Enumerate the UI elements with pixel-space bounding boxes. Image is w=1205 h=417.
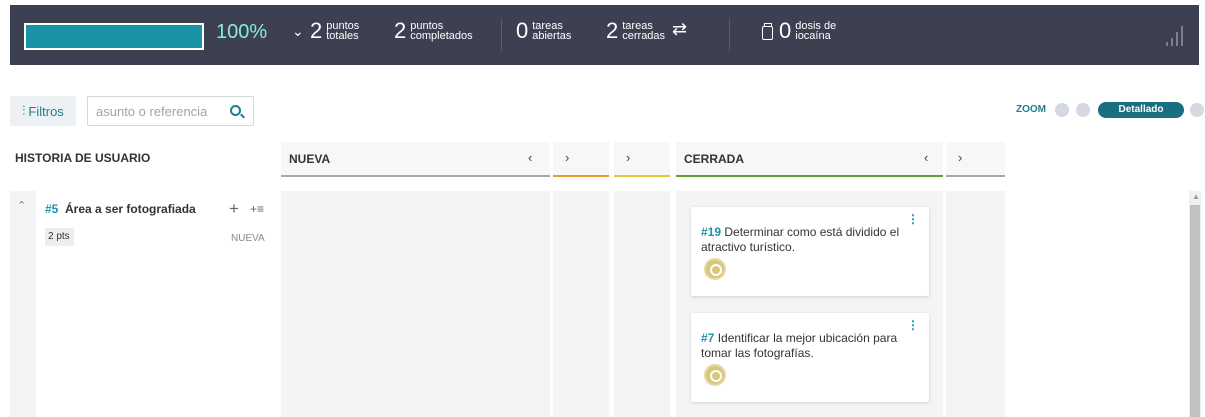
more-options-icon[interactable]: ⋮	[907, 318, 919, 332]
iocaine-stat: 0 dosis de iocaína	[779, 18, 837, 43]
scroll-up-icon[interactable]: ▲	[1192, 192, 1200, 201]
expand-right-icon[interactable]: ›	[565, 150, 569, 165]
avatar[interactable]	[704, 364, 726, 386]
column-new	[281, 191, 550, 417]
collapse-left-icon[interactable]: ‹	[528, 150, 532, 165]
task-title[interactable]: Determinar como está dividido el atracti…	[701, 225, 899, 254]
iocaine-jar-icon	[762, 23, 773, 40]
progress-percent: 100%	[216, 21, 268, 43]
zoom-level-4[interactable]	[1190, 103, 1204, 117]
scrollbar-thumb[interactable]	[1190, 205, 1200, 417]
total-points-stat: 2 puntos totales	[310, 18, 360, 43]
zoom-level-2[interactable]	[1076, 103, 1090, 117]
user-story-card[interactable]	[36, 191, 280, 417]
column-title: NUEVA	[289, 152, 331, 166]
closed-tasks-stat: 2 tareas cerradas	[606, 18, 666, 43]
search-input[interactable]	[96, 102, 226, 120]
task-ref[interactable]: #19	[701, 225, 721, 239]
open-tasks-stat: 0 tareas abiertas	[516, 18, 572, 43]
task-ref[interactable]: #7	[701, 331, 714, 345]
task-card[interactable]: #7 Identificar la mejor ubicación para t…	[691, 313, 929, 402]
more-options-icon[interactable]: ⋮	[907, 212, 919, 226]
add-task-icon[interactable]: +	[229, 199, 239, 219]
user-story-ref[interactable]: #5	[45, 202, 58, 216]
filters-button[interactable]: ⫶ Filtros	[10, 96, 76, 126]
expand-right-icon[interactable]: ›	[626, 150, 630, 165]
column-header-needs-info: ›	[946, 142, 1005, 177]
collapse-up-icon[interactable]: ⌃	[17, 199, 26, 212]
divider	[729, 19, 730, 51]
user-story-status[interactable]: NUEVA	[231, 233, 265, 244]
column-header-closed: CERRADA ‹	[676, 142, 943, 177]
task-text: #7 Identificar la mejor ubicación para t…	[701, 331, 911, 361]
signal-bars-icon	[1166, 22, 1186, 46]
swap-arrows-icon[interactable]: ⇄	[672, 19, 687, 40]
column-title: CERRADA	[684, 152, 744, 166]
search-icon[interactable]	[230, 105, 241, 116]
zoom-label: ZOOM	[1016, 104, 1046, 115]
task-title[interactable]: Identificar la mejor ubicación para toma…	[701, 331, 897, 360]
task-card[interactable]: #19 Determinar como está dividido el atr…	[691, 207, 929, 296]
filters-label: Filtros	[28, 103, 64, 119]
chevron-down-icon[interactable]: ⌄	[292, 23, 304, 40]
search-box	[87, 96, 254, 126]
divider	[501, 19, 502, 51]
user-story-column-header: HISTORIA DE USUARIO	[15, 151, 151, 165]
user-story-title[interactable]: Área a ser fotografiada	[65, 202, 196, 216]
column-header-ready-for-test: ›	[614, 142, 670, 177]
column-needs-info	[946, 191, 1005, 417]
column-ready-for-test	[614, 191, 670, 417]
zoom-level-detailed[interactable]: Detallado	[1098, 102, 1184, 118]
expand-right-icon[interactable]: ›	[958, 150, 962, 165]
avatar[interactable]	[704, 258, 726, 280]
progress-bar	[24, 23, 204, 50]
points-badge: 2 pts	[45, 228, 74, 246]
bulk-add-tasks-icon[interactable]: +≡	[250, 202, 264, 216]
sprint-stats-bar: 100% ⌄ 2 puntos totales 2 puntos complet…	[10, 5, 1199, 65]
task-text: #19 Determinar como está dividido el atr…	[701, 225, 911, 255]
completed-points-stat: 2 puntos completados	[394, 18, 473, 43]
column-in-progress	[553, 191, 609, 417]
zoom-level-1[interactable]	[1055, 103, 1069, 117]
column-header-new: NUEVA ‹	[281, 142, 550, 177]
column-header-in-progress: ›	[553, 142, 609, 177]
filter-sliders-icon: ⫶	[22, 103, 26, 118]
collapse-left-icon[interactable]: ‹	[924, 150, 928, 165]
